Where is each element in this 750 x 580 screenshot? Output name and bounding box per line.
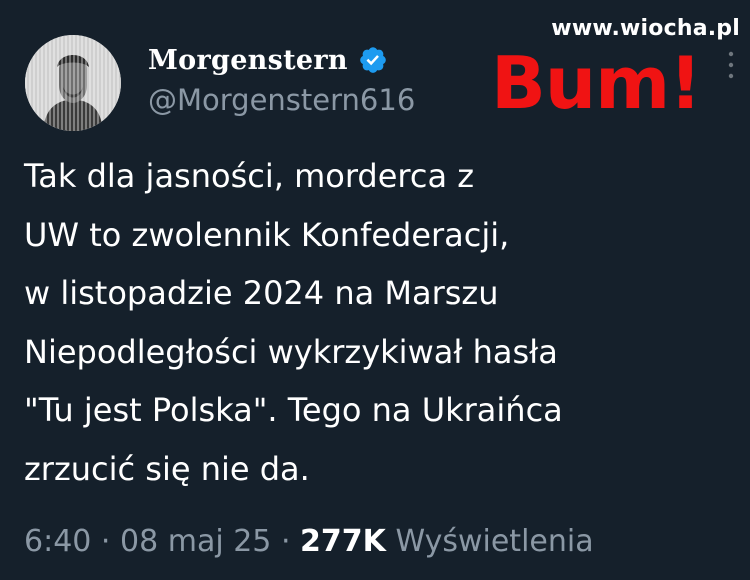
tweet-date[interactable]: 08 maj 25: [120, 524, 271, 559]
author-name-row: Morgenstern: [148, 42, 388, 78]
more-options-icon[interactable]: [728, 50, 734, 80]
tweet-card: www.wiocha.pl Morgenstern @Morgenstern61…: [0, 0, 750, 580]
tweet-text-line: Tak dla jasności, morderca z: [24, 157, 475, 195]
site-watermark: www.wiocha.pl: [551, 16, 740, 41]
meta-separator: ·: [100, 524, 111, 559]
tweet-text-line: zrzucić się nie da.: [24, 449, 310, 488]
tweet-meta: 6:40 · 08 maj 25 · 277K Wyświetlenia: [24, 524, 594, 559]
views-count[interactable]: 277K: [300, 524, 386, 559]
meta-separator: ·: [280, 524, 291, 559]
stamp-text: Bum!: [491, 41, 702, 125]
tweet-text-line: Niepodległości wykrzykiwał hasła: [24, 332, 558, 371]
avatar[interactable]: [25, 35, 121, 131]
author-display-name[interactable]: Morgenstern: [148, 45, 348, 76]
tweet-text-line: "Tu jest Polska". Tego na Ukraińca: [24, 391, 563, 429]
tweet-time[interactable]: 6:40: [24, 524, 91, 559]
tweet-text-line: UW to zwolennik Konfederacji,: [24, 215, 510, 254]
tweet-text: Tak dla jasności, morderca z UW to zwole…: [24, 147, 746, 498]
views-label[interactable]: Wyświetlenia: [395, 524, 593, 559]
tweet-text-line: w listopadzie 2024 na Marszu: [24, 274, 499, 312]
avatar-image: [25, 35, 121, 131]
author-handle[interactable]: @Morgenstern616: [148, 83, 415, 117]
verified-badge-icon: [360, 47, 386, 73]
